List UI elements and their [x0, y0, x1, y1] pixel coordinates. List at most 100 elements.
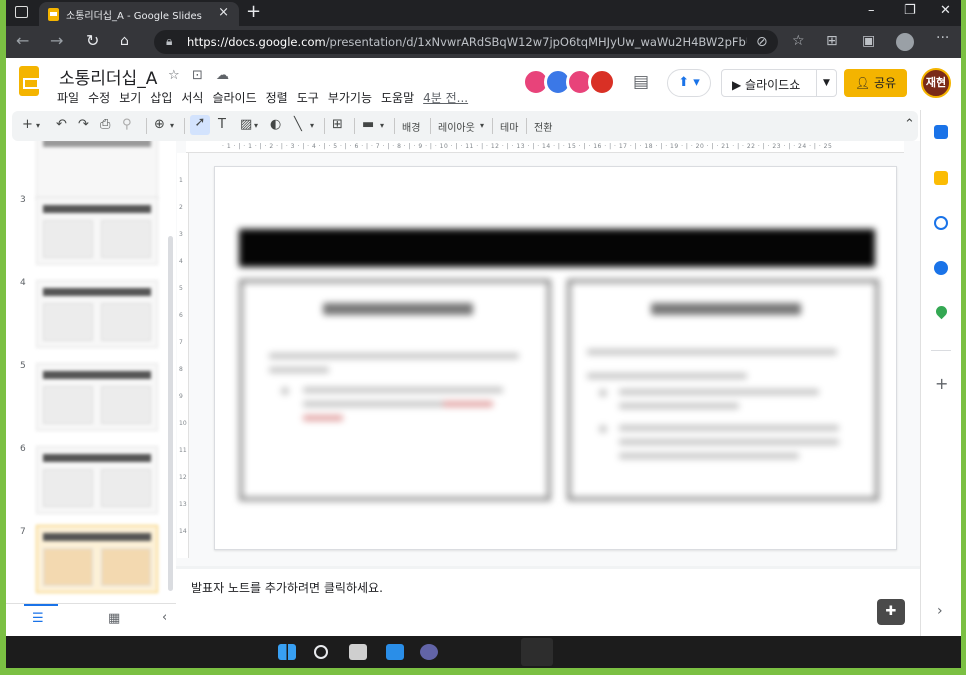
- contacts-icon[interactable]: [934, 261, 948, 275]
- star-icon[interactable]: ☆: [168, 68, 180, 83]
- cloud-status-icon[interactable]: ☁︎: [216, 68, 229, 83]
- forward-icon[interactable]: →: [50, 31, 63, 50]
- print-icon[interactable]: ⎙: [100, 117, 110, 132]
- maps-icon[interactable]: [933, 303, 950, 320]
- collapse-menus-icon[interactable]: ⌃: [904, 117, 915, 132]
- tracking-prevention-icon[interactable]: ⊘: [756, 34, 768, 50]
- slide-canvas[interactable]: [214, 166, 897, 550]
- slide-thumbnail[interactable]: [36, 363, 158, 431]
- slide-title-bar[interactable]: [239, 229, 875, 267]
- transition-button[interactable]: 전환: [534, 119, 552, 134]
- favorites-icon[interactable]: ☆: [792, 33, 805, 49]
- tab-close-icon[interactable]: ×: [218, 5, 229, 20]
- line-icon[interactable]: ╲: [294, 117, 302, 132]
- teams-chat-icon[interactable]: [420, 644, 438, 660]
- task-view-icon[interactable]: [349, 644, 367, 660]
- search-icon[interactable]: [314, 645, 328, 659]
- background-button[interactable]: 배경: [402, 119, 420, 134]
- undo-icon[interactable]: ↶: [56, 117, 67, 132]
- slide-thumbnail[interactable]: [36, 280, 158, 348]
- filmstrip-scrollbar[interactable]: [168, 236, 173, 591]
- restore-icon[interactable]: ❐: [904, 3, 916, 18]
- get-addons-icon[interactable]: +: [935, 374, 948, 393]
- document-title[interactable]: 소통리더십_A: [59, 64, 157, 89]
- menu-arrange[interactable]: 정렬: [266, 89, 288, 106]
- window-menu-icon[interactable]: [15, 6, 28, 18]
- select-tool-icon[interactable]: ➚: [190, 115, 210, 135]
- slide-thumbnail-selected[interactable]: [36, 525, 158, 593]
- move-folder-icon[interactable]: ⊡: [192, 68, 203, 83]
- minimize-icon[interactable]: –: [868, 3, 875, 18]
- add-comment-icon[interactable]: ⊞: [332, 117, 343, 132]
- url-field[interactable]: 🔒︎ https://docs.google.com/presentation/…: [154, 30, 778, 54]
- menu-insert[interactable]: 삽입: [150, 89, 172, 106]
- new-slide-icon[interactable]: +: [22, 117, 33, 132]
- image-icon[interactable]: ▨: [240, 117, 252, 132]
- horizontal-ruler[interactable]: · 1 · | · 1 · | · 2 · | · 3 · | · 4 · | …: [186, 141, 904, 153]
- file-explorer-icon[interactable]: [386, 644, 404, 660]
- extensions-icon[interactable]: ▣: [862, 33, 875, 49]
- start-icon[interactable]: [278, 644, 296, 660]
- notes-resize-handle[interactable]: [176, 566, 920, 569]
- edge-taskbar-icon[interactable]: [521, 638, 553, 666]
- menu-addons[interactable]: 부가기능: [328, 89, 372, 106]
- layout-dropdown-icon[interactable]: ▾: [480, 121, 484, 130]
- slide-thumbnail[interactable]: [36, 141, 158, 199]
- slideshow-dropdown-icon[interactable]: ▼: [816, 70, 836, 96]
- shape-icon[interactable]: ◐: [270, 117, 281, 132]
- slides-logo-icon[interactable]: [19, 66, 39, 96]
- filmstrip-footer: ☰ ▦ ‹: [6, 603, 176, 636]
- tasks-icon[interactable]: [934, 216, 948, 230]
- slide-number: 5: [20, 361, 26, 371]
- collaborator-avatar[interactable]: [588, 68, 616, 96]
- browser-tab[interactable]: 소통리더십_A - Google Slides ×: [39, 2, 239, 26]
- keep-icon[interactable]: [934, 171, 948, 185]
- text-box-icon[interactable]: T: [218, 117, 226, 132]
- theme-button[interactable]: 테마: [500, 119, 518, 134]
- redo-icon[interactable]: ↷: [78, 117, 89, 132]
- grid-view-icon[interactable]: ▦: [108, 611, 120, 626]
- menu-format[interactable]: 서식: [181, 89, 203, 106]
- new-tab-icon[interactable]: +: [246, 1, 261, 22]
- slideshow-button[interactable]: ▶ 슬라이드쇼 ▼: [721, 69, 837, 97]
- user-avatar[interactable]: 재현: [921, 68, 951, 98]
- menu-tools[interactable]: 도구: [297, 89, 319, 106]
- input-tools-dropdown-icon[interactable]: ▾: [380, 121, 384, 130]
- left-content-box[interactable]: [239, 279, 551, 501]
- more-menu-icon[interactable]: ···: [936, 30, 949, 46]
- home-icon[interactable]: ⌂: [120, 33, 129, 49]
- image-dropdown-icon[interactable]: ▾: [254, 121, 258, 130]
- menu-help[interactable]: 도움말: [381, 89, 414, 106]
- filmstrip-view-icon[interactable]: ☰: [32, 611, 44, 626]
- menu-slide[interactable]: 슬라이드: [212, 89, 256, 106]
- comment-history-icon[interactable]: ▤: [633, 72, 649, 92]
- speaker-notes[interactable]: 발표자 노트를 추가하려면 클릭하세요.: [191, 579, 383, 596]
- collapse-filmstrip-icon[interactable]: ‹: [162, 610, 167, 625]
- collaborator-avatars[interactable]: [522, 68, 618, 98]
- collections-icon[interactable]: ⊞: [826, 33, 838, 49]
- menu-edit[interactable]: 수정: [88, 89, 110, 106]
- paint-format-icon[interactable]: ⚲: [122, 117, 132, 132]
- menu-file[interactable]: 파일: [57, 89, 79, 106]
- profile-icon[interactable]: [896, 33, 914, 51]
- slide-thumbnail[interactable]: [36, 446, 158, 514]
- right-content-box[interactable]: [567, 279, 879, 501]
- share-button[interactable]: 👤︎ 공유: [844, 69, 907, 97]
- window-close-icon[interactable]: ✕: [940, 3, 951, 18]
- new-slide-dropdown-icon[interactable]: ▾: [36, 121, 40, 130]
- slide-thumbnail[interactable]: [36, 197, 158, 265]
- keyboard-input-icon[interactable]: ▬: [362, 117, 374, 132]
- zoom-icon[interactable]: ⊕: [154, 117, 165, 132]
- meet-present-button[interactable]: ⬆ ▾: [667, 69, 711, 97]
- zoom-dropdown-icon[interactable]: ▾: [170, 121, 174, 130]
- calendar-icon[interactable]: [934, 125, 948, 139]
- reload-icon[interactable]: ↻: [86, 31, 99, 50]
- back-icon[interactable]: ←: [16, 31, 29, 50]
- explore-icon[interactable]: ✚: [877, 599, 905, 625]
- menu-view[interactable]: 보기: [119, 89, 141, 106]
- show-side-panel-icon[interactable]: ›: [937, 603, 943, 619]
- line-dropdown-icon[interactable]: ▾: [310, 121, 314, 130]
- vertical-ruler[interactable]: 1 2 3 4 5 6 7 8 9 10 11 12 13 14: [177, 153, 189, 558]
- last-edit-link[interactable]: 4분 전...: [423, 89, 468, 106]
- layout-button[interactable]: 레이아웃: [438, 119, 475, 134]
